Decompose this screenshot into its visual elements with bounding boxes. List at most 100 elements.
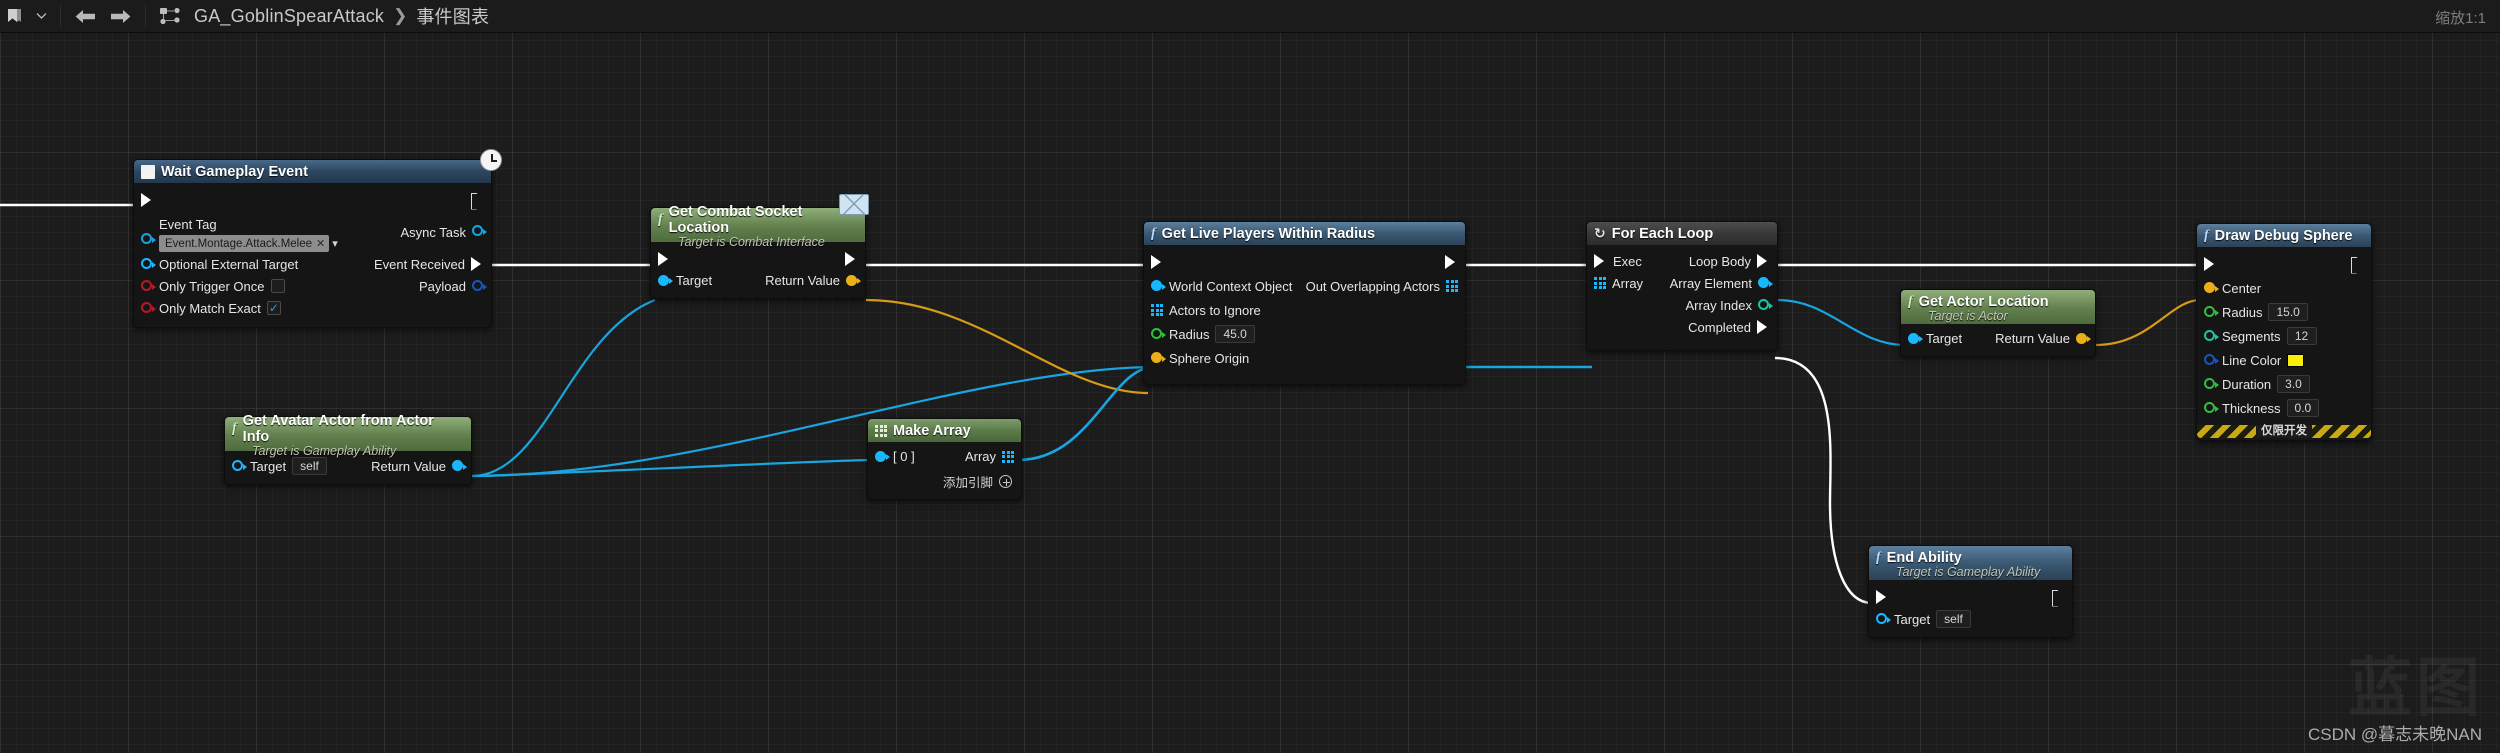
exec-in-pin[interactable] [2204, 256, 2217, 272]
radius-value-field[interactable]: 15.0 [2268, 303, 2308, 321]
node-title: End Ability [1886, 549, 1962, 566]
radius-label: Radius [1169, 326, 1210, 342]
world-context-object-pin[interactable] [1151, 280, 1166, 292]
exec-out-pin[interactable] [1445, 254, 1458, 270]
target-pin[interactable] [1908, 332, 1923, 345]
node-get-combat-socket-location[interactable]: f Get Combat Socket Location Target is C… [650, 194, 869, 299]
node-body: Target Return Value [651, 242, 865, 298]
only-trigger-once-label: Only Trigger Once [159, 278, 265, 294]
event-tag-chevron-down-icon[interactable]: ▾ [332, 237, 338, 250]
payload-label: Payload [419, 278, 466, 294]
array-index-pin[interactable] [1758, 299, 1773, 311]
loop-body-pin[interactable] [1757, 253, 1770, 269]
array-label: Array [1612, 275, 1644, 291]
payload-pin[interactable] [472, 280, 487, 292]
completed-label: Completed [1688, 319, 1751, 335]
row-target: Target self [1869, 609, 2072, 629]
async-task-label: Async Task [400, 225, 466, 240]
return-value-pin[interactable] [846, 274, 861, 287]
target-value-field[interactable]: self [1936, 610, 1971, 628]
actors-to-ignore-pin[interactable] [1151, 304, 1163, 316]
exec-out-pin[interactable] [2351, 257, 2364, 272]
row-only-match-exact: Only Match Exact [134, 297, 491, 319]
only-match-exact-checkbox[interactable] [266, 301, 281, 315]
node-title: Get Live Players Within Radius [1161, 225, 1376, 242]
return-value-pin[interactable] [2076, 332, 2091, 345]
thickness-pin[interactable] [2204, 402, 2219, 414]
only-match-exact-pin[interactable] [141, 302, 156, 314]
function-icon: f [2204, 227, 2209, 243]
row-target: Target Return Value [1901, 329, 2095, 348]
exec-out-pin[interactable] [845, 251, 858, 267]
row-only-trigger-once: Only Trigger Once Payload [134, 275, 491, 297]
thickness-label: Thickness [2222, 400, 2281, 416]
array-out-pin[interactable] [1002, 450, 1014, 463]
back-arrow-icon[interactable] [67, 3, 103, 29]
plus-icon [999, 475, 1012, 488]
development-only-banner: 仅限开发 [2197, 425, 2371, 438]
node-end-ability[interactable]: f End Ability Target is Gameplay Ability… [1868, 545, 2073, 638]
center-pin[interactable] [2204, 282, 2219, 294]
line-color-swatch[interactable] [2287, 353, 2305, 367]
chevron-down-icon[interactable] [29, 3, 54, 29]
only-trigger-once-pin[interactable] [141, 280, 156, 292]
forward-arrow-icon[interactable] [103, 3, 139, 29]
row-exec [1869, 585, 2072, 609]
exec-in-pin[interactable] [1151, 254, 1164, 270]
segments-value-field[interactable]: 12 [2286, 327, 2317, 345]
target-pin[interactable] [658, 274, 673, 287]
add-pin-label: 添加引脚 [942, 476, 993, 490]
target-value-field[interactable]: self [292, 457, 327, 475]
array-icon [875, 424, 887, 437]
duration-pin[interactable] [2204, 378, 2219, 390]
exec-in-pin[interactable] [141, 192, 154, 208]
node-wait-gameplay-event[interactable]: Wait Gameplay Event Event Tag Event.Mont… [133, 149, 502, 328]
blueprint-graph-canvas[interactable]: Wait Gameplay Event Event Tag Event.Mont… [0, 33, 2500, 753]
array-element-pin[interactable] [1758, 277, 1773, 289]
radius-pin[interactable] [1151, 328, 1166, 340]
exec-in-pin[interactable] [1876, 589, 1889, 605]
array-in-pin[interactable] [1594, 277, 1606, 289]
sphere-origin-pin[interactable] [1151, 352, 1166, 364]
exec-in-pin[interactable] [658, 251, 671, 267]
node-get-actor-location[interactable]: f Get Actor Location Target is Actor Tar… [1900, 289, 2096, 357]
array-index-label: Array Index [1685, 297, 1752, 313]
only-trigger-once-checkbox[interactable] [270, 279, 285, 293]
event-received-pin[interactable] [471, 256, 484, 272]
clear-tag-icon[interactable]: ✕ [316, 237, 325, 250]
return-value-pin[interactable] [452, 460, 467, 472]
out-overlapping-actors-pin[interactable] [1446, 280, 1458, 292]
target-pin[interactable] [1876, 613, 1891, 625]
node-get-live-players-within-radius[interactable]: f Get Live Players Within Radius World C… [1143, 221, 1466, 385]
target-pin[interactable] [232, 460, 247, 472]
add-pin-button[interactable]: 添加引脚 [868, 466, 1021, 491]
node-draw-debug-sphere[interactable]: f Draw Debug Sphere Center Radius 15.0 S… [2196, 223, 2372, 441]
node-for-each-loop[interactable]: ↻ For Each Loop Exec Loop Body Array Arr… [1586, 221, 1778, 351]
graph-icon[interactable] [152, 3, 188, 29]
duration-value-field[interactable]: 3.0 [2277, 375, 2310, 393]
exec-out-pin[interactable] [471, 193, 484, 208]
node-header: f Get Avatar Actor from Actor Info Targe… [225, 413, 471, 458]
node-make-array[interactable]: Make Array [ 0 ] Array 添加引脚 [867, 418, 1022, 500]
breadcrumb-asset[interactable]: GA_GoblinSpearAttack [188, 6, 390, 27]
toolbar-divider-2 [145, 5, 146, 27]
node-header: Make Array [868, 419, 1021, 442]
target-label: Target [1926, 331, 1963, 346]
bookmark-icon[interactable] [0, 3, 29, 29]
radius-value-field[interactable]: 45.0 [1215, 325, 1255, 343]
node-get-avatar-actor-from-actor-info[interactable]: f Get Avatar Actor from Actor Info Targe… [224, 413, 472, 485]
async-task-pin[interactable] [472, 225, 487, 237]
optional-external-target-label: Optional External Target [159, 256, 299, 272]
optional-external-target-pin[interactable] [141, 258, 156, 270]
segments-pin[interactable] [2204, 330, 2219, 342]
thickness-value-field[interactable]: 0.0 [2286, 399, 2320, 417]
exec-in-pin[interactable] [1594, 253, 1607, 269]
event-tag-pin[interactable] [141, 233, 156, 245]
line-color-pin[interactable] [2204, 354, 2219, 366]
breadcrumb-graph[interactable]: 事件图表 [410, 3, 495, 29]
exec-out-pin[interactable] [2052, 590, 2065, 605]
radius-pin[interactable] [2204, 306, 2219, 318]
completed-pin[interactable] [1757, 319, 1770, 335]
event-tag-value[interactable]: Event.Montage.Attack.Melee ✕ [159, 235, 330, 252]
element-0-pin[interactable] [875, 450, 890, 463]
